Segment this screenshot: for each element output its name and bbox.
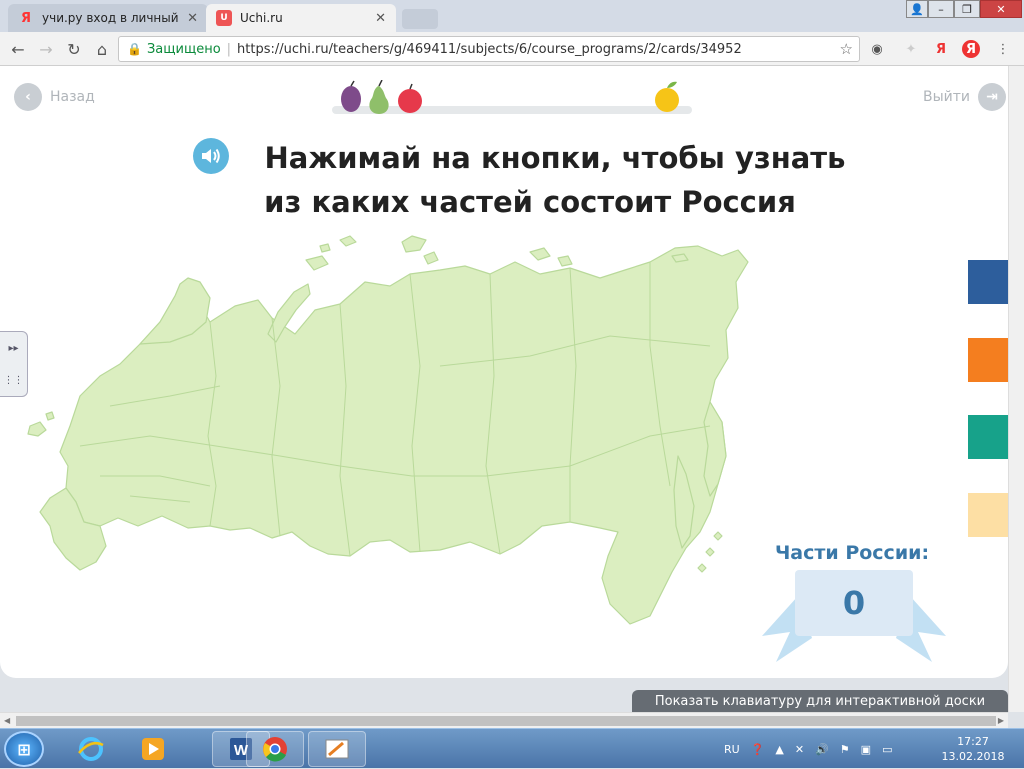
new-tab-button[interactable] [402, 9, 438, 29]
clock-time: 17:27 [957, 735, 989, 748]
reload-icon[interactable]: ↻ [64, 39, 84, 59]
chrome-icon[interactable] [246, 731, 304, 767]
pear-icon [369, 80, 389, 114]
home-icon[interactable]: ⌂ [92, 39, 112, 59]
plum-icon [341, 80, 361, 112]
tab-label: Uchi.ru [240, 11, 283, 25]
category-tab-beige[interactable] [968, 493, 1008, 537]
vertical-scrollbar[interactable] [1008, 66, 1024, 712]
user-icon[interactable]: 👤 [906, 0, 928, 18]
secure-label: Защищено [146, 41, 221, 57]
url-text: https://uchi.ru/teachers/g/469411/subjec… [237, 41, 742, 57]
close-icon[interactable]: ✕ [187, 11, 198, 26]
tray-expand-icon[interactable]: ▲ [775, 743, 783, 756]
volume-icon[interactable]: 🔊 [815, 743, 829, 756]
forward-arrow-icon[interactable]: → [36, 39, 56, 59]
uchi-icon: U [216, 10, 232, 26]
yellow-apple-icon [655, 81, 679, 112]
device-icon[interactable]: ▣ [861, 743, 871, 756]
category-tab-orange[interactable] [968, 338, 1008, 382]
tab-uchi[interactable]: U Uchi.ru ✕ [206, 4, 396, 32]
clock[interactable]: 17:27 13.02.2018 [934, 734, 1012, 764]
lock-icon: 🔒 [127, 42, 142, 56]
yandex-icon: Я [20, 10, 31, 26]
close-icon[interactable]: ✕ [375, 11, 386, 26]
side-panel-handle[interactable]: ▸▸ ⋮⋮ [0, 331, 28, 397]
back-arrow-icon[interactable]: ← [8, 39, 28, 59]
back-button[interactable]: ‹ Назад [14, 83, 95, 111]
separator: | [226, 41, 232, 57]
apple-icon [398, 83, 422, 113]
address-bar-row: ← → ↻ ⌂ 🔒 Защищено | https://uchi.ru/tea… [0, 32, 1024, 66]
expand-arrows-icon: ▸▸ [8, 342, 19, 354]
network-warning-icon[interactable]: ✕ [795, 743, 804, 756]
taskbar: ⊞ W RU ❓ ▲ ✕ 🔊 ⚑ ▣ ▭ 17:27 13.02.2018 [0, 728, 1024, 768]
title-line-1: Нажимай на кнопки, чтобы узнать [264, 141, 846, 175]
bookmark-star-icon[interactable]: ☆ [840, 40, 853, 58]
internet-explorer-icon[interactable] [62, 731, 120, 767]
yandex-extension-icon[interactable]: Я [932, 40, 950, 58]
category-tab-teal[interactable] [968, 415, 1008, 459]
url-field[interactable]: 🔒 Защищено | https://uchi.ru/teachers/g/… [118, 36, 860, 62]
clock-date: 13.02.2018 [941, 750, 1005, 763]
media-player-icon[interactable] [124, 731, 182, 767]
show-keyboard-button[interactable]: Показать клавиатуру для интерактивной до… [632, 690, 1008, 712]
counter-value: 0 [795, 570, 913, 636]
extension-icon[interactable]: ✦ [902, 40, 920, 58]
back-chevron-icon: ‹ [14, 83, 42, 111]
flag-icon[interactable]: ⚑ [840, 743, 850, 756]
help-icon[interactable]: ❓ [751, 743, 765, 756]
progress-fruits [341, 80, 422, 114]
exit-icon: ⇥ [978, 83, 1006, 111]
title-line-2: из каких частей состоит Россия [264, 185, 796, 219]
exit-button[interactable]: Выйти ⇥ [923, 83, 1006, 111]
eye-extension-icon[interactable]: ◉ [868, 40, 886, 58]
start-button[interactable]: ⊞ [4, 731, 44, 767]
tab-yandex-search[interactable]: Я учи.ру вход в личный ка ✕ [8, 4, 208, 32]
interactive-board-icon[interactable] [308, 731, 366, 767]
minimize-button[interactable]: – [928, 0, 954, 18]
exit-label: Выйти [922, 89, 970, 105]
scroll-left-arrow-icon[interactable]: ◀ [4, 716, 10, 725]
window-controls: 👤 – ❐ ✕ [906, 0, 1022, 18]
language-indicator[interactable]: RU [724, 743, 740, 756]
scroll-right-arrow-icon[interactable]: ▶ [998, 716, 1004, 725]
keypad-icon: ⋮⋮ [3, 374, 24, 386]
page-title: Нажимай на кнопки, чтобы узнать из каких… [180, 136, 880, 224]
yandex-browser-icon[interactable]: Я [962, 40, 980, 58]
horizontal-scrollbar[interactable]: ◀ ▶ [0, 712, 1008, 728]
counter-label: Части России: [774, 542, 930, 564]
back-label: Назад [50, 89, 95, 105]
page-content: ‹ Назад Выйти ⇥ Нажимай на кнопки, чтобы… [0, 66, 1008, 678]
category-tab-blue[interactable] [968, 260, 1008, 304]
system-tray: RU ❓ ▲ ✕ 🔊 ⚑ ▣ ▭ [724, 729, 903, 769]
russia-map[interactable] [10, 226, 760, 646]
window-close-button[interactable]: ✕ [980, 0, 1022, 18]
tab-label: учи.ру вход в личный ка [42, 11, 181, 25]
browser-tab-bar: Я учи.ру вход в личный ка ✕ U Uchi.ru ✕ … [0, 0, 1024, 32]
scrollbar-thumb[interactable] [16, 716, 996, 726]
monitor-icon[interactable]: ▭ [882, 743, 892, 756]
menu-icon[interactable]: ⋮ [994, 40, 1012, 58]
maximize-button[interactable]: ❐ [954, 0, 980, 18]
